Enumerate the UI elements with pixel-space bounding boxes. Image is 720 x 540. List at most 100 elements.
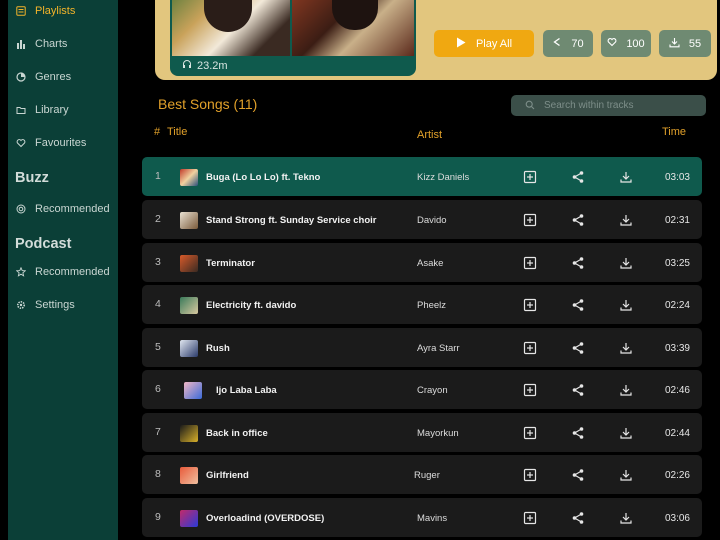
track-thumbnail (184, 382, 202, 399)
headphones-icon (182, 59, 192, 72)
download-icon[interactable] (619, 511, 633, 525)
track-row[interactable]: 4 Electricity ft. davido Pheelz 02:24 (142, 285, 702, 324)
star-icon (16, 267, 26, 277)
download-icon[interactable] (619, 383, 633, 397)
playlist-icon (16, 6, 26, 16)
share-icon[interactable] (571, 511, 585, 525)
share-icon[interactable] (571, 426, 585, 440)
track-title: Terminator (206, 258, 255, 269)
sidebar-item-buzz-recommended[interactable]: Recommended (16, 203, 110, 215)
track-thumbnail (180, 467, 198, 484)
track-row[interactable]: 5 Rush Ayra Starr 03:39 (142, 328, 702, 367)
column-header-hash: # (154, 126, 161, 138)
track-thumbnail (180, 297, 198, 314)
sidebar-item-library[interactable]: Library (16, 104, 69, 116)
track-row[interactable]: 3 Terminator Asake 03:25 (142, 243, 702, 282)
column-header-title: Title (167, 126, 188, 138)
sidebar-item-favourites[interactable]: Favourites (16, 137, 86, 149)
track-thumbnail (180, 255, 198, 272)
track-artist: Ayra Starr (417, 343, 460, 354)
share-icon[interactable] (571, 341, 585, 355)
sidebar-item-genres[interactable]: Genres (16, 71, 71, 83)
add-to-playlist-icon[interactable] (523, 426, 537, 440)
download-count-button[interactable]: 55 (659, 30, 711, 57)
sidebar-item-label: Recommended (35, 266, 110, 278)
track-duration: 02:46 (664, 385, 690, 396)
track-title: Overloadind (OVERDOSE) (206, 513, 325, 524)
track-row[interactable]: 1 Buga (Lo Lo Lo) ft. Tekno Kizz Daniels 03… (142, 157, 702, 196)
column-header-time: Time (662, 126, 687, 138)
download-icon[interactable] (619, 468, 633, 482)
bar-chart-icon (16, 39, 26, 49)
track-thumbnail (180, 169, 198, 186)
track-artist: Asake (417, 258, 444, 269)
download-icon[interactable] (619, 341, 633, 355)
track-title: Rush (206, 343, 230, 354)
track-title: Girlfriend (206, 470, 249, 481)
track-duration: 02:26 (664, 470, 690, 481)
share-count-button[interactable]: 70 (543, 30, 593, 57)
target-icon (16, 204, 26, 214)
play-all-button[interactable]: Play All (434, 30, 534, 57)
add-to-playlist-icon[interactable] (523, 213, 537, 227)
playlist-cover: 23.2m (170, 0, 416, 76)
share-count: 70 (571, 37, 584, 50)
share-icon[interactable] (571, 213, 585, 227)
column-header-artist: Artist (417, 129, 443, 141)
share-icon (552, 37, 562, 50)
track-title: Ijo Laba Laba (216, 385, 277, 396)
add-to-playlist-icon[interactable] (523, 341, 537, 355)
add-to-playlist-icon[interactable] (523, 383, 537, 397)
sidebar-item-playlists[interactable]: Playlists (16, 5, 75, 17)
add-to-playlist-icon[interactable] (523, 256, 537, 270)
track-row[interactable]: 7 Back in office Mayorkun 02:44 (142, 413, 702, 452)
download-icon[interactable] (619, 298, 633, 312)
download-icon[interactable] (619, 213, 633, 227)
share-icon[interactable] (571, 256, 585, 270)
download-icon (669, 37, 680, 51)
sidebar-item-label: Favourites (35, 137, 87, 149)
track-number: 1 (155, 170, 161, 182)
track-search[interactable] (511, 95, 706, 116)
add-to-playlist-icon[interactable] (523, 468, 537, 482)
search-input[interactable] (544, 100, 694, 111)
like-count-button[interactable]: 100 (601, 30, 651, 57)
track-number: 9 (155, 511, 161, 523)
section-title: Best Songs (11) (158, 96, 258, 112)
add-to-playlist-icon[interactable] (523, 511, 537, 525)
sidebar-item-podcast-recommended[interactable]: Recommended (16, 266, 110, 278)
add-to-playlist-icon[interactable] (523, 298, 537, 312)
like-count: 100 (626, 37, 645, 50)
track-row[interactable]: 6 Ijo Laba Laba Crayon 02:46 (142, 370, 702, 409)
add-to-playlist-icon[interactable] (523, 170, 537, 184)
sidebar-item-label: Charts (35, 38, 68, 50)
track-row[interactable]: 8 Girlfriend Ruger 02:26 (142, 455, 702, 494)
track-number: 2 (155, 213, 161, 225)
download-icon[interactable] (619, 256, 633, 270)
sidebar-item-settings[interactable]: Settings (16, 299, 75, 311)
share-icon[interactable] (571, 170, 585, 184)
cover-image-left (172, 0, 290, 56)
track-thumbnail (180, 340, 198, 357)
sidebar-item-label: Recommended (35, 203, 110, 215)
track-number: 5 (155, 341, 161, 353)
sidebar-item-label: Playlists (35, 5, 76, 17)
share-icon[interactable] (571, 298, 585, 312)
track-number: 3 (155, 256, 161, 268)
track-row[interactable]: 9 Overloadind (OVERDOSE) Mavins 03:06 (142, 498, 702, 537)
track-artist: Ruger (414, 470, 440, 481)
track-duration: 03:25 (664, 258, 690, 269)
track-duration: 02:44 (664, 428, 690, 439)
track-row[interactable]: 2 Stand Strong ft. Sunday Service choir Da… (142, 200, 702, 239)
sidebar-item-charts[interactable]: Charts (16, 38, 67, 50)
heart-icon (16, 138, 26, 148)
listen-count: 23.2m (182, 59, 228, 72)
track-artist: Kizz Daniels (417, 172, 470, 183)
download-icon[interactable] (619, 426, 633, 440)
share-icon[interactable] (571, 383, 585, 397)
track-artist: Crayon (417, 385, 448, 396)
cover-image-right (292, 0, 414, 56)
share-icon[interactable] (571, 468, 585, 482)
download-icon[interactable] (619, 170, 633, 184)
track-thumbnail (180, 425, 198, 442)
